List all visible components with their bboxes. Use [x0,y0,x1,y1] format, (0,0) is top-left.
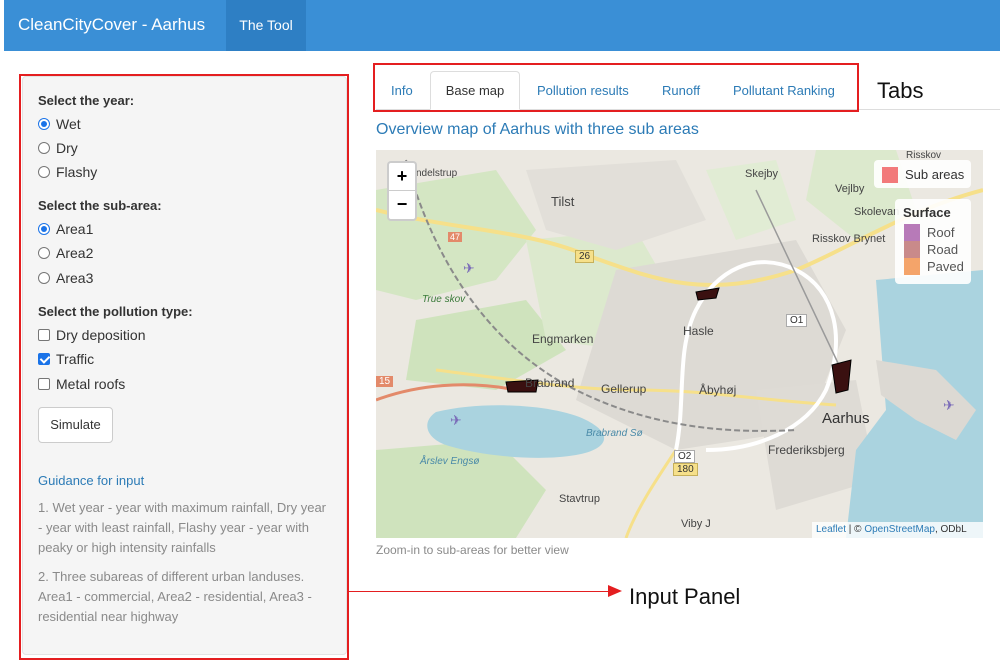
road-shield-26: 26 [575,250,595,263]
radio-icon[interactable] [38,247,50,259]
guidance-text-1: 1. Wet year - year with maximum rainfall… [38,500,326,555]
leaflet-link[interactable]: Leaflet [816,524,846,535]
map-label-abyhoj: Åbyhøj [699,383,737,397]
checkbox-icon[interactable] [38,378,50,390]
legend-label-roof: Roof [927,225,955,240]
tab-pollutant-ranking[interactable]: Pollutant Ranking [733,83,835,98]
pollution-label: Select the pollution type: [38,304,193,319]
simulate-button[interactable]: Simulate [38,407,113,443]
zoom-out-button[interactable]: − [389,191,415,219]
checkbox-icon[interactable] [38,353,50,365]
legend-surface: Surface Roof Road Paved [895,199,971,284]
checkbox-dry-deposition[interactable]: Dry deposition [38,327,146,343]
map-label-risskov-brynet: Risskov Brynet [812,233,886,245]
guidance-text-2: 2. Three subareas of different urban lan… [38,569,312,624]
app-title[interactable]: CleanCityCover - Aarhus [18,15,205,35]
legend-swatch-sub-areas [882,167,898,183]
map-label-ndelstrup: ndelstrup [416,168,458,179]
airport-icon: ✈ [943,397,955,413]
radio-year-flashy[interactable]: Flashy [38,164,97,180]
radio-area3[interactable]: Area3 [38,270,93,286]
map-label-aarhus: Aarhus [822,410,870,427]
radio-area1[interactable]: Area1 [38,221,93,237]
map-label-skolevan: Skolevan [854,206,900,218]
checkbox-traffic[interactable]: Traffic [38,351,94,367]
map-label-skejby: Skejby [745,168,779,180]
tab-base-map[interactable]: Base map [430,71,520,110]
map-label-true-skov: True skov [422,294,466,305]
annotation-arrow-head [608,585,622,597]
map-label-vejlby: Vejlby [835,183,865,195]
legend-label-sub-areas: Sub areas [905,167,965,182]
map-label-stavtrup: Stavtrup [559,493,600,505]
map-label-brabrand: Brabrand [525,376,575,390]
map-caption: Zoom-in to sub-areas for better view [376,543,569,557]
road-shield-180: 180 [673,463,698,476]
radio-area2[interactable]: Area2 [38,245,93,261]
subarea-label: Select the sub-area: [38,198,162,213]
zoom-control: + − [387,161,417,221]
radio-icon[interactable] [38,272,50,284]
legend-swatch-paved [904,258,920,275]
radio-year-dry[interactable]: Dry [38,140,78,156]
zoom-in-button[interactable]: + [389,163,415,191]
map-label-engmarken: Engmarken [532,332,594,346]
map-label-gellerup: Gellerup [601,382,647,396]
annotation-tabs: Tabs [877,78,924,103]
legend-label-paved: Paved [927,259,964,274]
legend-sub-areas: Sub areas [874,160,971,188]
nav-tab-the-tool[interactable]: The Tool [226,0,306,51]
map-label-tilst: Tilst [551,194,575,209]
airport-icon: ✈ [463,260,475,276]
checkbox-metal-roofs[interactable]: Metal roofs [38,376,125,392]
map-label-hasle: Hasle [683,324,714,338]
map-label-brabrand-so: Brabrand Sø [586,428,643,439]
map-label-viby-j: Viby J [681,518,711,530]
airport-icon: ✈ [450,412,462,428]
legend-swatch-roof [904,224,920,241]
road-shield-o1: O1 [786,314,808,327]
osm-link[interactable]: OpenStreetMap [864,524,935,535]
radio-icon[interactable] [38,166,50,178]
tab-runoff[interactable]: Runoff [662,83,700,98]
map-label-frederiksbjerg: Frederiksbjerg [768,443,845,457]
radio-icon[interactable] [38,142,50,154]
road-shield-47: 47 [448,232,463,242]
map-label-arslev-engso: Årslev Engsø [420,456,480,467]
road-shield-o2: O2 [674,450,696,463]
tab-info[interactable]: Info [391,83,413,98]
radio-icon[interactable] [38,223,50,235]
radio-year-wet[interactable]: Wet [38,116,81,132]
year-label: Select the year: [38,93,135,108]
map-title: Overview map of Aarhus with three sub ar… [376,121,699,138]
map-attribution: Leaflet | © OpenStreetMap, ODbL [812,522,983,538]
legend-label-road: Road [927,242,959,257]
annotation-arrow [349,591,613,592]
radio-icon[interactable] [38,118,50,130]
legend-swatch-road [904,241,920,258]
tab-pollution-results[interactable]: Pollution results [537,83,629,98]
checkbox-icon[interactable] [38,329,50,341]
navbar: CleanCityCover - Aarhus The Tool [4,0,1000,51]
base-map[interactable]: Tilst Skejby Vejlby Skolevan Risskov Ris… [376,150,983,538]
annotation-input-panel: Input Panel [629,584,741,609]
guidance-heading: Guidance for input [38,473,145,488]
legend-surface-title: Surface [903,205,951,220]
road-shield-15: 15 [376,376,394,387]
